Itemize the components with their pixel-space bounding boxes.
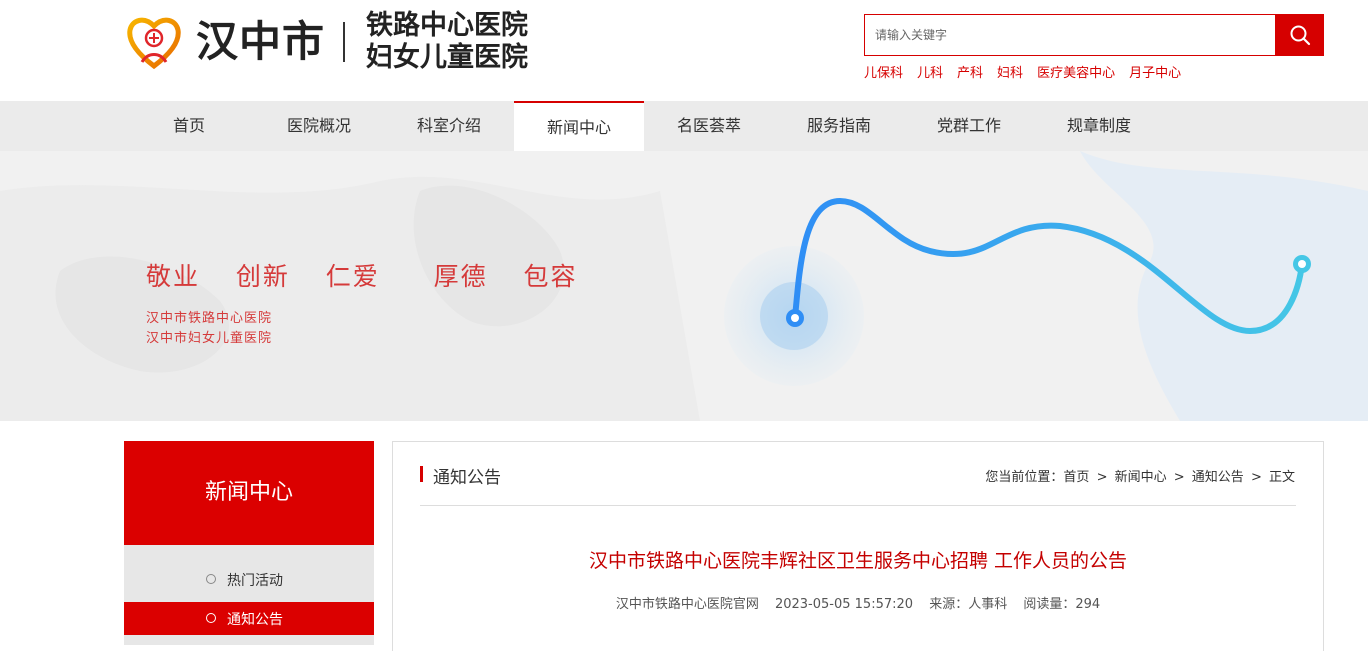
site-header: 汉中市 铁路中心医院 妇女儿童医院 儿保科 儿科 产科 妇科 医疗美容中心 月子… [0,0,1368,101]
hospital-name-line1: 铁路中心医院 [366,10,528,41]
article-views: 阅读量：294 [1023,597,1101,612]
search-box [864,14,1324,56]
sidebar-item-label: 通知公告 [227,612,283,628]
hospital-logo-icon[interactable] [124,12,184,72]
banner-subtitle-1: 汉中市铁路中心医院 [146,311,273,326]
breadcrumb: 您当前位置：首页 > 新闻中心 > 通知公告 > 正文 [985,466,1295,485]
section-marker [420,466,423,482]
sidebar-title: 新闻中心 [124,441,374,545]
article-title: 汉中市铁路中心医院丰辉社区卫生服务中心招聘 工作人员的公告 [588,550,1128,572]
nav-item-rules[interactable]: 规章制度 [1034,101,1164,151]
breadcrumb-current: 正文 [1268,470,1295,485]
sidebar-item-hot-events[interactable]: 热门活动 [124,545,374,602]
hot-link-child-health[interactable]: 儿保科 [864,62,903,81]
banner-subtitle-2: 汉中市妇女儿童医院 [146,331,273,346]
breadcrumb-prefix: 您当前位置： [985,470,1064,485]
hot-link-cosmetic[interactable]: 医疗美容中心 [1037,62,1115,81]
search-input[interactable] [865,15,1275,55]
nav-item-overview[interactable]: 医院概况 [254,101,384,151]
main-nav: 首页 医院概况 科室介绍 新闻中心 名医荟萃 服务指南 党群工作 规章制度 [0,101,1368,151]
section-title: 通知公告 [433,468,501,488]
nav-item-home[interactable]: 首页 [124,101,254,151]
hospital-name-line2: 妇女儿童医院 [366,42,528,73]
article-datetime: 2023-05-05 15:57:20 [774,597,914,612]
breadcrumb-separator: > [1246,470,1266,485]
sidebar-bottom [124,635,374,645]
title-divider [420,505,1296,506]
banner-slogan: 敬业 创新 仁爱 厚德 包容 [146,262,578,291]
brand-divider [343,22,345,62]
nav-item-departments[interactable]: 科室介绍 [384,101,514,151]
hot-link-obstetrics[interactable]: 产科 [957,62,983,81]
article-meta: 汉中市铁路中心医院官网 2023-05-05 15:57:20 来源：人事科 阅… [393,593,1323,612]
hero-banner: 敬业 创新 仁爱 厚德 包容 汉中市铁路中心医院 汉中市妇女儿童医院 [0,151,1368,421]
hot-link-gynecology[interactable]: 妇科 [997,62,1023,81]
breadcrumb-separator: > [1169,470,1189,485]
search-button[interactable] [1275,14,1324,56]
breadcrumb-home[interactable]: 首页 [1063,470,1089,485]
article-publisher: 汉中市铁路中心医院官网 [615,597,759,612]
breadcrumb-news[interactable]: 新闻中心 [1115,470,1167,485]
sidebar-item-label: 热门活动 [227,573,283,589]
hot-keywords: 儿保科 儿科 产科 妇科 医疗美容中心 月子中心 [864,62,1181,81]
sidebar-item-notices[interactable]: 通知公告 [124,602,374,635]
search-icon [1290,25,1310,46]
circle-bullet-icon [206,613,216,623]
nav-item-doctors[interactable]: 名医荟萃 [644,101,774,151]
article-panel: 通知公告 您当前位置：首页 > 新闻中心 > 通知公告 > 正文 汉中市铁路中心… [392,441,1324,651]
breadcrumb-notices[interactable]: 通知公告 [1192,470,1244,485]
hospital-name: 铁路中心医院 妇女儿童医院 [366,10,528,74]
nav-item-party[interactable]: 党群工作 [904,101,1034,151]
hot-link-postpartum[interactable]: 月子中心 [1129,62,1181,81]
sidebar-menu: 热门活动 通知公告 [124,545,374,645]
nav-item-guide[interactable]: 服务指南 [774,101,904,151]
brand-city: 汉中市 [196,17,326,66]
article-source: 来源：人事科 [929,597,1008,612]
breadcrumb-separator: > [1092,470,1112,485]
hot-link-pediatrics[interactable]: 儿科 [917,62,943,81]
circle-bullet-icon [206,574,216,584]
nav-item-news[interactable]: 新闻中心 [514,101,644,151]
